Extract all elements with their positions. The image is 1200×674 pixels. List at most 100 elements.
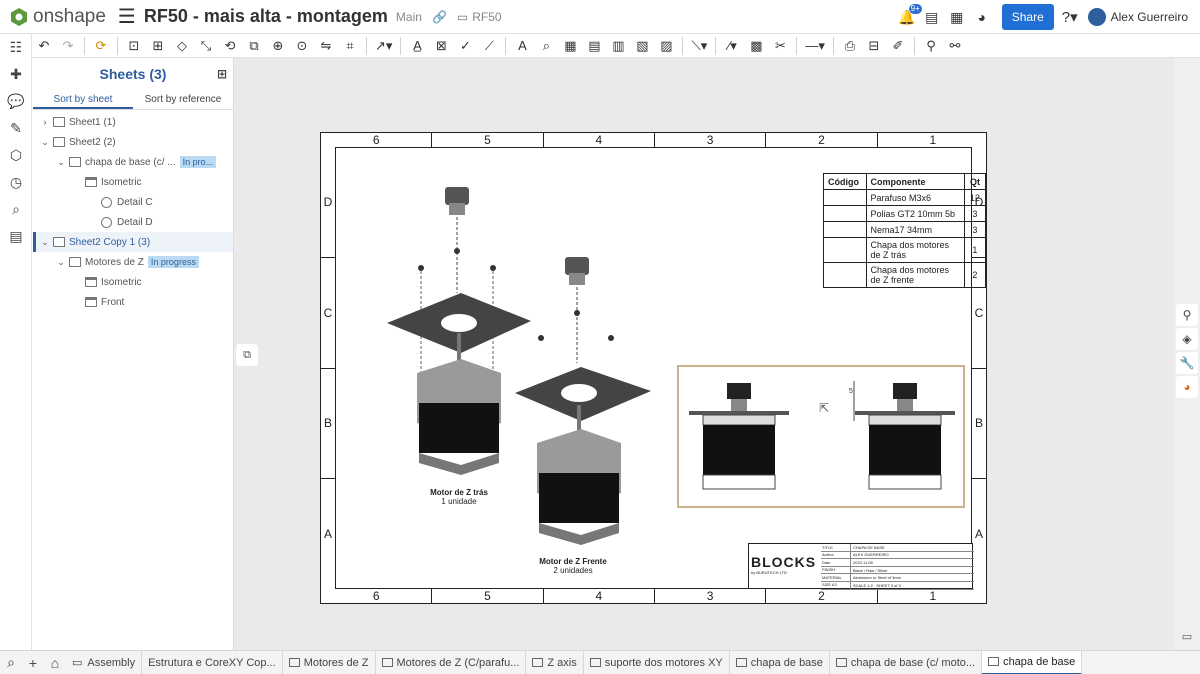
- insert-view-icon[interactable]: ⊡: [126, 36, 142, 56]
- crop-view-icon[interactable]: ⊕: [270, 36, 286, 56]
- insert-icon[interactable]: ✚: [0, 61, 32, 88]
- document-tab[interactable]: chapa de base: [730, 651, 830, 674]
- update-icon[interactable]: ⟳: [93, 36, 109, 56]
- menu-icon[interactable]: ☰: [118, 4, 136, 29]
- bom-table-icon[interactable]: ▤: [586, 36, 602, 56]
- auxiliary-view-icon[interactable]: ◇: [174, 36, 190, 56]
- trim-icon[interactable]: ✂: [772, 36, 788, 56]
- detail-view-d[interactable]: 5: [849, 381, 959, 496]
- folder-name[interactable]: RF50: [472, 10, 501, 24]
- drawing-sheet[interactable]: 654321 654321 DCBA DCBA Motor de Z trás …: [320, 132, 987, 604]
- sheet-overlay-icon[interactable]: ⧉: [236, 344, 258, 366]
- wrench-icon[interactable]: 🔧: [1176, 352, 1198, 374]
- properties-icon[interactable]: ▤: [0, 223, 32, 250]
- bom-table[interactable]: Código Componente Qt Parafuso M3x6 12 Polias…: [823, 173, 987, 288]
- tree-item[interactable]: Detail D: [33, 212, 233, 232]
- detail-view-icon[interactable]: ⟲: [222, 36, 238, 56]
- tree-item[interactable]: ⌄ chapa de base (c/ ... In pro...: [33, 152, 233, 172]
- bom-row[interactable]: Chapa dos motores de Z trás 1: [823, 237, 987, 263]
- zoom-icon[interactable]: ⚯: [947, 36, 963, 56]
- bom-row[interactable]: Parafuso M3x6 12: [823, 189, 987, 206]
- detail-views-frame[interactable]: 5 ⇱: [677, 365, 965, 508]
- chevron-down-icon[interactable]: ⌄: [55, 257, 67, 268]
- datum-icon[interactable]: A̲: [409, 36, 425, 56]
- feature-control-icon[interactable]: ⊠: [433, 36, 449, 56]
- parts-icon[interactable]: ⬡: [0, 142, 32, 169]
- exploded-view-front[interactable]: [511, 253, 661, 553]
- chevron-down-icon[interactable]: ⌄: [39, 137, 51, 148]
- search-icon[interactable]: ⌕: [0, 196, 32, 223]
- tree-item[interactable]: › Sheet1 (1): [33, 112, 233, 132]
- feature-list-icon[interactable]: ☷: [0, 34, 32, 61]
- surface-finish-icon[interactable]: ✓: [457, 36, 473, 56]
- inspect-icon[interactable]: ⚲: [1176, 304, 1198, 326]
- appearance-icon[interactable]: ◈: [1176, 328, 1198, 350]
- color-wheel-icon[interactable]: ◕: [1176, 376, 1198, 398]
- exploded-view-rear[interactable]: [381, 183, 531, 483]
- hatch-icon[interactable]: ▩: [748, 36, 764, 56]
- tab-sort-by-sheet[interactable]: Sort by sheet: [33, 90, 133, 109]
- section-view-icon[interactable]: ⤡: [198, 36, 214, 56]
- document-title[interactable]: RF50 - mais alta - montagem: [144, 6, 388, 27]
- add-sheet-icon[interactable]: ⊞: [217, 67, 227, 81]
- user-name[interactable]: Alex Guerreiro: [1111, 10, 1188, 24]
- drawing-canvas[interactable]: 654321 654321 DCBA DCBA Motor de Z trás …: [234, 58, 1174, 650]
- broken-view-icon[interactable]: ⧉: [246, 36, 262, 56]
- home-icon[interactable]: ⌂: [44, 655, 66, 671]
- hole-table-icon[interactable]: ▥: [610, 36, 626, 56]
- balloon-table-icon[interactable]: ▨: [658, 36, 674, 56]
- tree-item[interactable]: Isometric: [33, 172, 233, 192]
- undo-icon[interactable]: ↶: [36, 36, 52, 56]
- globe-icon[interactable]: ⊙: [294, 36, 310, 56]
- callout-icon[interactable]: ⌕: [538, 36, 554, 56]
- document-tab[interactable]: chapa de base: [982, 651, 1083, 674]
- line-style-icon[interactable]: —▾: [805, 36, 825, 56]
- notes-icon[interactable]: ✎: [0, 115, 32, 142]
- document-tab[interactable]: ▭ Assembly: [66, 651, 143, 674]
- bom-row[interactable]: Chapa dos motores de Z frente 2: [823, 262, 987, 288]
- document-tab[interactable]: Motores de Z: [283, 651, 376, 674]
- tree-item[interactable]: ⌄ Motores de Z In progress: [33, 252, 233, 272]
- crop-icon[interactable]: ⌗: [342, 36, 358, 56]
- app-store-icon[interactable]: ▦: [946, 6, 968, 28]
- text-icon[interactable]: A: [514, 36, 530, 56]
- chevron-right-icon[interactable]: ›: [39, 117, 51, 127]
- tree-item[interactable]: ⌄ Sheet2 (2): [33, 132, 233, 152]
- tree-item[interactable]: Isometric: [33, 272, 233, 292]
- table-icon[interactable]: ▦: [562, 36, 578, 56]
- projected-view-icon[interactable]: ⊞: [150, 36, 166, 56]
- document-tab[interactable]: Z axis: [526, 651, 584, 674]
- tree-item[interactable]: ⌄ Sheet2 Copy 1 (3): [33, 232, 233, 252]
- document-tab[interactable]: Motores de Z (C/parafu...: [376, 651, 527, 674]
- bom-row[interactable]: Polias GT2 10mm 5b 3: [823, 205, 987, 222]
- tree-item[interactable]: Front: [33, 292, 233, 312]
- dimension-icon[interactable]: ↗▾: [375, 36, 392, 56]
- detail-view-c[interactable]: [689, 381, 789, 496]
- clipboard-icon[interactable]: ▤: [921, 6, 943, 28]
- weld-icon[interactable]: ⟋: [481, 36, 497, 56]
- history-icon[interactable]: ◷: [0, 169, 32, 196]
- avatar[interactable]: [1087, 8, 1106, 26]
- chat-icon[interactable]: ▭: [1178, 630, 1196, 646]
- folder-icon[interactable]: ▭: [457, 10, 468, 24]
- centerline-icon[interactable]: ⟍▾: [691, 36, 708, 56]
- tab-sort-by-reference[interactable]: Sort by reference: [133, 90, 233, 109]
- document-tab[interactable]: suporte dos motores XY: [584, 651, 730, 674]
- help-icon[interactable]: ?▾: [1062, 8, 1078, 26]
- chevron-down-icon[interactable]: ⌄: [55, 157, 67, 168]
- add-tab-icon[interactable]: +: [22, 655, 44, 671]
- share-button[interactable]: Share: [1001, 4, 1054, 30]
- search-tabs-icon[interactable]: ⌕: [0, 654, 22, 671]
- line-icon[interactable]: ∕▾: [724, 36, 740, 56]
- export-icon[interactable]: ⎙: [842, 36, 858, 56]
- comments-icon[interactable]: 💬: [0, 88, 32, 115]
- document-tab[interactable]: chapa de base (c/ moto...: [830, 651, 983, 674]
- chevron-down-icon[interactable]: ⌄: [39, 237, 51, 248]
- link-icon[interactable]: 🔗: [432, 10, 447, 24]
- measure-icon[interactable]: ⚲: [923, 36, 939, 56]
- tree-item[interactable]: Detail C: [33, 192, 233, 212]
- mirror-icon[interactable]: ⇋: [318, 36, 334, 56]
- format-painter-icon[interactable]: ✐: [890, 36, 906, 56]
- bom-row[interactable]: Nema17 34mm 3: [823, 221, 987, 238]
- document-tab[interactable]: Estrutura e CoreXY Cop...: [142, 651, 283, 674]
